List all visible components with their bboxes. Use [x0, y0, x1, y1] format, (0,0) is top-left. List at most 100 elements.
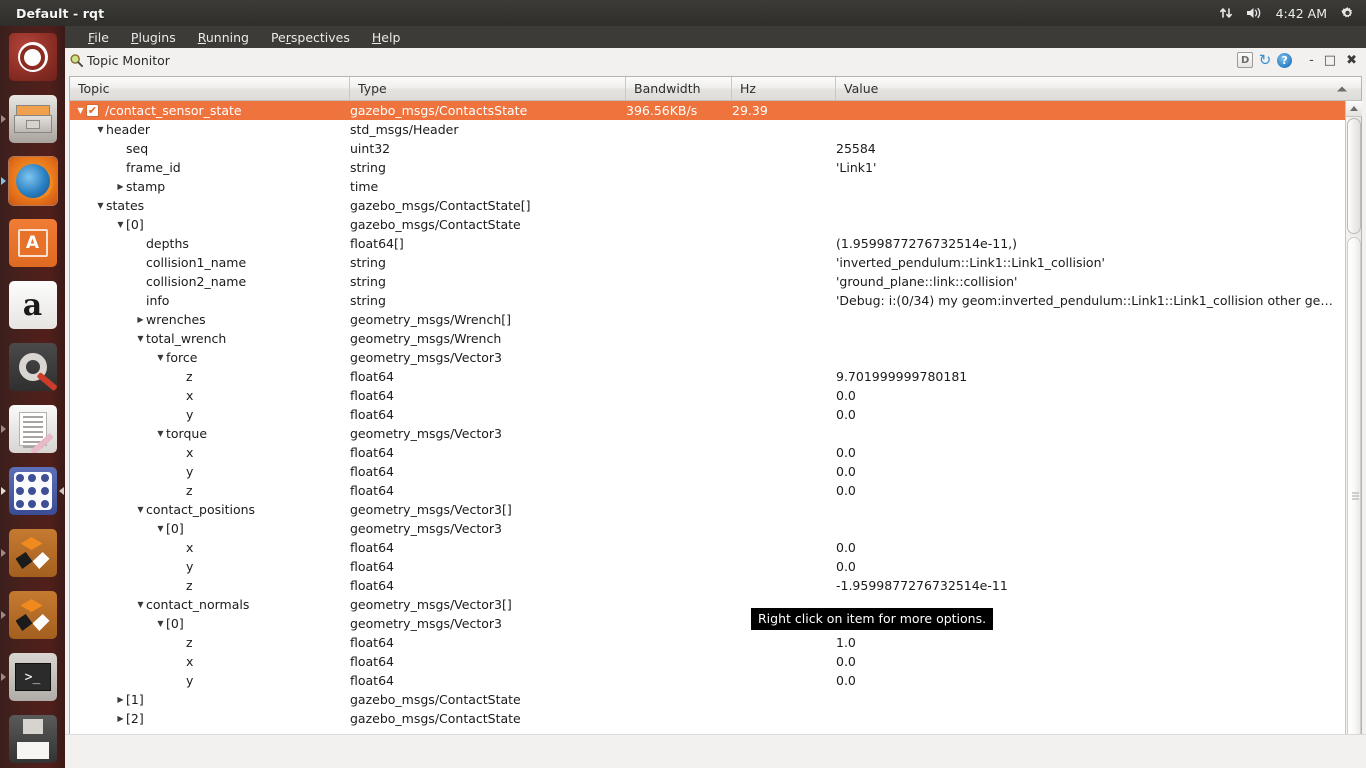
system-gear-icon[interactable]	[1340, 6, 1355, 21]
cell-type: time	[350, 179, 379, 194]
table-row[interactable]: y float64 0.0	[70, 462, 1361, 481]
menu-perspectives[interactable]: Perspectives	[260, 28, 361, 47]
menu-running-label: unning	[205, 29, 249, 45]
column-header-topic[interactable]: Topic	[70, 77, 350, 100]
maximize-button[interactable]: □	[1321, 53, 1339, 68]
table-row[interactable]: x float64 0.0	[70, 443, 1361, 462]
table-row[interactable]: y float64 0.0	[70, 557, 1361, 576]
table-row[interactable]: y float64 0.0	[70, 671, 1361, 690]
table-row[interactable]: ▼ contact_normals geometry_msgs/Vector3[]	[70, 595, 1361, 614]
expand-arrow-down-icon[interactable]: ▼	[95, 201, 106, 210]
scroll-up-button[interactable]	[1346, 101, 1362, 117]
table-row[interactable]: x float64 0.0	[70, 652, 1361, 671]
table-row[interactable]: ▼ total_wrench geometry_msgs/Wrench	[70, 329, 1361, 348]
launcher-item-disk-image[interactable]	[0, 708, 65, 768]
expand-arrow-down-icon[interactable]: ▼	[135, 505, 146, 514]
table-row[interactable]: x float64 0.0	[70, 538, 1361, 557]
magnifier-icon	[69, 53, 84, 68]
expand-arrow-down-icon[interactable]: ▼	[135, 334, 146, 343]
table-row[interactable]: ▼ ✔ /contact_sensor_state gazebo_msgs/Conta…	[70, 101, 1361, 120]
launcher-item-terminal[interactable]: >_	[0, 646, 65, 708]
reload-button[interactable]: ↻	[1257, 51, 1273, 69]
expand-arrow-down-icon[interactable]: ▼	[155, 524, 166, 533]
table-row[interactable]: ▼ header std_msgs/Header	[70, 120, 1361, 139]
table-row[interactable]: ▶ [1] gazebo_msgs/ContactState	[70, 690, 1361, 709]
launcher-item-amazon[interactable]: a	[0, 274, 65, 336]
help-button[interactable]: ?	[1277, 52, 1293, 68]
table-row[interactable]: ▼ contact_positions geometry_msgs/Vector3[…	[70, 500, 1361, 519]
tree-rows-container[interactable]: ▼ ✔/contact_sensor_state gazebo_msgs/Conta…	[70, 101, 1361, 757]
expand-arrow-down-icon[interactable]: ▼	[155, 353, 166, 362]
menu-perspectives-label: spectives	[290, 29, 350, 45]
cell-value: -1.9599877276732514e-11	[836, 578, 1008, 593]
launcher-item-text-editor[interactable]	[0, 398, 65, 460]
volume-icon[interactable]	[1246, 6, 1263, 20]
detach-button[interactable]: D	[1237, 52, 1254, 68]
launcher-item-ubuntu-dash[interactable]	[0, 26, 65, 88]
table-row[interactable]: ▼ force geometry_msgs/Vector3	[70, 348, 1361, 367]
launcher-item-gazebo-1[interactable]	[0, 522, 65, 584]
expand-arrow-right-icon[interactable]: ▶	[115, 182, 126, 191]
table-row[interactable]: ▼ [0] gazebo_msgs/ContactState	[70, 215, 1361, 234]
launcher-pip-left	[1, 673, 6, 681]
expand-arrow-down-icon[interactable]: ▼	[115, 220, 126, 229]
table-row[interactable]: info string 'Debug: i:(0/34) my geom:inver…	[70, 291, 1361, 310]
cell-topic: y	[70, 407, 350, 422]
table-row[interactable]: z float64 9.701999999780181	[70, 367, 1361, 386]
minimize-button[interactable]: -	[1306, 53, 1317, 68]
table-row[interactable]: ▶ wrenches geometry_msgs/Wrench[]	[70, 310, 1361, 329]
table-row[interactable]: ▼ torque geometry_msgs/Vector3	[70, 424, 1361, 443]
system-tray: 4:42 AM	[1219, 6, 1366, 21]
table-row[interactable]: z float64 -1.9599877276732514e-11	[70, 576, 1361, 595]
close-button[interactable]: ✖	[1343, 53, 1360, 68]
table-row[interactable]: x float64 0.0	[70, 386, 1361, 405]
expand-arrow-down-icon[interactable]: ▼	[75, 106, 86, 115]
expand-arrow-right-icon[interactable]: ▶	[115, 714, 126, 723]
table-row[interactable]: ▶ stamp time	[70, 177, 1361, 196]
topic-label: z	[186, 483, 193, 498]
expand-arrow-right-icon[interactable]: ▶	[115, 695, 126, 704]
cell-topic: ▼ [0]	[70, 217, 350, 232]
scrollbar-track[interactable]	[1347, 237, 1361, 755]
topic-checkbox[interactable]: ✔	[86, 104, 99, 117]
menu-plugins[interactable]: Plugins	[120, 28, 187, 47]
scrollbar-thumb[interactable]	[1347, 118, 1361, 234]
menu-help[interactable]: Help	[361, 28, 412, 47]
launcher-item-gazebo-2[interactable]	[0, 584, 65, 646]
table-row[interactable]: seq uint32 25584	[70, 139, 1361, 158]
table-row[interactable]: collision2_name string 'ground_plane::link…	[70, 272, 1361, 291]
table-row[interactable]: z float64 1.0	[70, 633, 1361, 652]
table-row[interactable]: y float64 0.0	[70, 405, 1361, 424]
expand-arrow-down-icon[interactable]: ▼	[95, 125, 106, 134]
cell-value: 'inverted_pendulum::Link1::Link1_collisi…	[836, 255, 1105, 270]
table-row[interactable]: collision1_name string 'inverted_pendulum:…	[70, 253, 1361, 272]
launcher-item-software-center[interactable]: A	[0, 212, 65, 274]
menu-running[interactable]: Running	[187, 28, 260, 47]
clock[interactable]: 4:42 AM	[1276, 6, 1327, 21]
table-row[interactable]: z float64 0.0	[70, 481, 1361, 500]
vertical-scrollbar[interactable]	[1345, 101, 1362, 757]
topic-label: z	[186, 635, 193, 650]
expand-arrow-down-icon[interactable]: ▼	[155, 619, 166, 628]
column-header-bandwidth[interactable]: Bandwidth	[626, 77, 732, 100]
launcher-item-firefox[interactable]	[0, 150, 65, 212]
menu-file[interactable]: File	[77, 28, 120, 47]
column-header-type[interactable]: Type	[350, 77, 626, 100]
expand-arrow-down-icon[interactable]: ▼	[135, 600, 146, 609]
table-row[interactable]: ▶ [2] gazebo_msgs/ContactState	[70, 709, 1361, 728]
launcher-item-app-grid[interactable]	[0, 460, 65, 522]
topic-label: [2]	[126, 711, 144, 726]
table-row[interactable]: ▼ states gazebo_msgs/ContactState[]	[70, 196, 1361, 215]
column-header-hz[interactable]: Hz	[732, 77, 836, 100]
launcher-item-files[interactable]	[0, 88, 65, 150]
launcher-item-system-settings[interactable]	[0, 336, 65, 398]
expand-arrow-right-icon[interactable]: ▶	[135, 315, 146, 324]
floppy-disk-icon	[8, 715, 57, 763]
table-row[interactable]: depths float64[] (1.9599877276732514e-11,)	[70, 234, 1361, 253]
table-row[interactable]: frame_id string 'Link1'	[70, 158, 1361, 177]
table-row[interactable]: ▼ [0] geometry_msgs/Vector3	[70, 519, 1361, 538]
column-header-value[interactable]: Value	[836, 77, 1361, 100]
expand-arrow-down-icon[interactable]: ▼	[155, 429, 166, 438]
table-row[interactable]: ▼ [0] geometry_msgs/Vector3	[70, 614, 1361, 633]
network-up-down-icon[interactable]	[1219, 6, 1233, 20]
